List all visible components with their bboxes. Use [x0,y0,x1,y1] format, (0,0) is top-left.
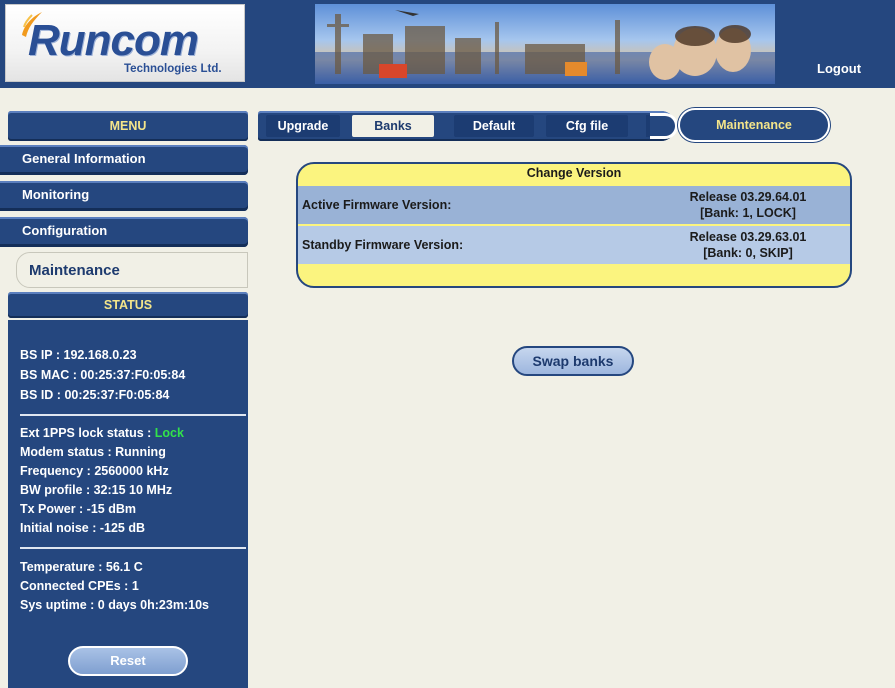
section-indicator: Maintenance [678,108,830,142]
company-logo: Runcom Technologies Ltd. [5,4,245,82]
active-firmware-label: Active Firmware Version: [302,198,452,212]
logo-brand-text: Runcom [28,16,199,65]
active-firmware-row: Active Firmware Version: Release 03.29.6… [298,186,850,224]
sidebar-item-monitoring[interactable]: Monitoring [0,181,248,211]
status-frequency: Frequency : 2560000 kHz [20,464,169,478]
active-firmware-bank: [Bank: 1, LOCK] [700,206,796,220]
standby-firmware-bank: [Bank: 0, SKIP] [703,246,793,260]
status-panel: BS IP : 192.168.0.23 BS MAC : 00:25:37:F… [8,320,248,688]
tab-bar-endcap [650,113,678,139]
sidebar-item-maintenance[interactable]: Maintenance [16,252,248,288]
header: Runcom Technologies Ltd. Logout [0,0,895,88]
tab-cfg-file[interactable]: Cfg file [546,115,628,137]
status-temperature: Temperature : 56.1 C [20,560,143,574]
status-bs-ip: BS IP : 192.168.0.23 [20,348,137,362]
tab-banks[interactable]: Banks [352,115,434,137]
tab-bar: Upgrade Banks Default Cfg file [258,111,676,141]
tab-default[interactable]: Default [454,115,534,137]
status-modem: Modem status : Running [20,445,166,459]
status-title: STATUS [8,292,248,318]
active-firmware-value: Release 03.29.64.01 [Bank: 1, LOCK] [628,189,850,221]
status-bs-mac: BS MAC : 00:25:37:F0:05:84 [20,368,186,382]
menu-row: MENU Upgrade Banks Default Cfg file Main… [0,108,895,142]
standby-firmware-row: Standby Firmware Version: Release 03.29.… [298,226,850,264]
status-connected-cpes: Connected CPEs : 1 [20,579,139,593]
status-ext-1pps-lock: Ext 1PPS lock status : Lock [20,426,184,440]
status-uptime: Sys uptime : 0 days 0h:23m:10s [20,598,209,612]
menu-title: MENU [8,111,248,141]
reset-button[interactable]: Reset [68,646,188,676]
status-divider [20,547,246,549]
standby-firmware-release: Release 03.29.63.01 [689,230,807,244]
status-divider [20,414,246,416]
header-banner-image [315,4,775,84]
status-bs-id: BS ID : 00:25:37:F0:05:84 [20,388,170,402]
logout-link[interactable]: Logout [817,61,861,76]
change-version-title: Change Version [526,166,622,180]
sidebar-item-configuration[interactable]: Configuration [0,217,248,247]
swap-banks-button[interactable]: Swap banks [512,346,634,376]
active-firmware-release: Release 03.29.64.01 [689,190,807,204]
standby-firmware-value: Release 03.29.63.01 [Bank: 0, SKIP] [628,229,850,261]
status-initial-noise: Initial noise : -125 dB [20,521,146,535]
status-ext-1pps-value: Lock [154,426,184,440]
status-bw-profile: BW profile : 32:15 10 MHz [20,483,173,497]
status-tx-power: Tx Power : -15 dBm [20,502,136,516]
banner-illustration [315,10,775,84]
standby-firmware-label: Standby Firmware Version: [302,238,464,252]
tab-upgrade[interactable]: Upgrade [266,115,340,137]
change-version-panel: Change Version Active Firmware Version: … [296,162,852,288]
sidebar-item-general-information[interactable]: General Information [0,145,248,175]
status-ext-1pps-label: Ext 1PPS lock status : [20,426,155,440]
logo-subtitle: Technologies Ltd. [124,63,222,75]
